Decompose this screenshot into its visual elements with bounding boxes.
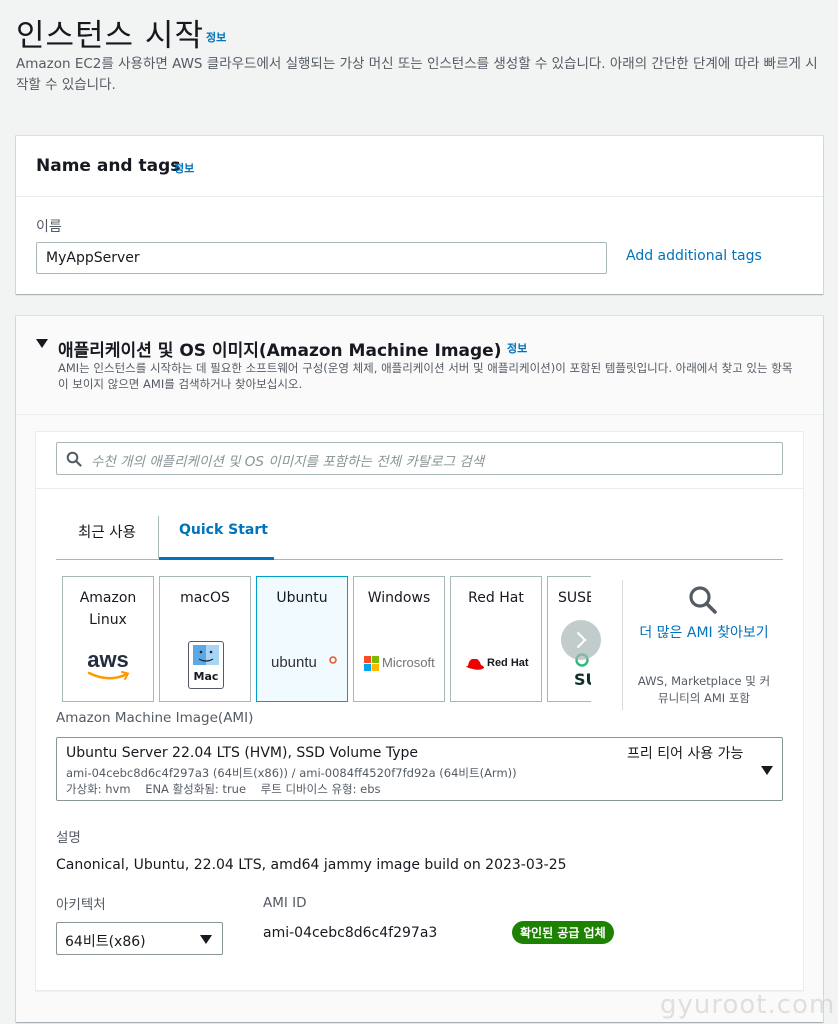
panel-heading: Name and tags [36,156,181,176]
tile-label: Ubuntu [276,590,328,606]
tile-label: SUSE [558,590,591,606]
name-tags-panel: Name and tags 정보 이름 MyAppServer Add addi… [16,136,823,294]
page-title: 인스턴스 시작 [16,18,204,54]
dropdown-caret-icon [200,935,212,944]
ubuntu-logo: ubuntu [271,654,317,671]
ami-tile-windows[interactable]: Windows Microsoft [353,576,445,702]
collapse-caret-icon[interactable] [36,339,48,348]
browse-more-subtitle: AWS, Marketplace 및 커뮤니티의 AMI 포함 [637,674,771,705]
name-label: 이름 [36,219,62,235]
finder-icon [193,645,219,665]
ami-select-ids: ami-04cebc8d6c4f297a3 (64비트(x86)) / ami-… [66,766,517,780]
ami-id-label: AMI ID [263,895,307,911]
ami-id-value: ami-04cebc8d6c4f297a3 [263,925,438,941]
search-icon [66,451,82,467]
ami-tile-amazon-linux[interactable]: Amazon Linux aws [62,576,154,702]
panel-header: Name and tags 정보 [16,136,823,197]
chevron-right-icon [577,632,587,648]
add-tags-link[interactable]: Add additional tags [626,248,762,264]
ami-tile-ubuntu[interactable]: Ubuntu ubuntu [256,576,348,702]
page-description: Amazon EC2를 사용하면 AWS 클라우드에서 실행되는 가상 머신 또… [16,56,818,93]
tile-label: Windows [367,590,431,606]
name-input-value: MyAppServer [46,250,140,266]
divider [622,580,623,710]
mac-logo-text: Mac [193,670,219,683]
architecture-select[interactable]: 64비트(x86) [56,922,223,955]
ami-description: AMI는 인스턴스를 시작하는 데 필요한 소프트웨어 구성(운영 체제, 애플… [58,361,793,391]
ami-select-label: Amazon Machine Image(AMI) [56,710,254,726]
tab-recent[interactable]: 최근 사용 [78,521,136,542]
browse-more-ami-link[interactable]: 더 많은 AMI 찾아보기 [636,622,772,644]
panel-heading: 애플리케이션 및 OS 이미지(Amazon Machine Image) [58,341,502,361]
description-value: Canonical, Ubuntu, 22.04 LTS, amd64 jamm… [56,857,567,873]
dropdown-caret-icon [761,766,773,775]
description-label: 설명 [56,830,81,846]
tile-label: Red Hat [468,590,524,606]
info-link[interactable]: 정보 [174,160,194,176]
windows-icon [364,656,379,671]
ami-search-input[interactable]: 수천 개의 애플리케이션 및 OS 이미지를 포함하는 전체 카탈로그 검색 [56,442,783,475]
info-link[interactable]: 정보 [507,340,527,356]
ami-tile-macos[interactable]: macOS Mac [159,576,251,702]
name-input[interactable]: MyAppServer [36,242,607,274]
ami-tile-redhat[interactable]: Red Hat Red Hat [450,576,542,702]
ami-select[interactable]: Ubuntu Server 22.04 LTS (HVM), SSD Volum… [56,737,783,801]
tile-label: Amazon Linux [79,590,137,628]
aws-logo: aws [87,647,129,672]
suse-logo: SU [574,670,591,689]
tab-quick-start[interactable]: Quick Start [179,522,268,538]
redhat-logo: Red Hat [487,657,529,669]
mac-logo: Mac [188,641,224,689]
ami-select-meta: 가상화: hvm ENA 활성화됨: true 루트 디바이스 유형: ebs [66,782,381,796]
search-placeholder: 수천 개의 애플리케이션 및 OS 이미지를 포함하는 전체 카탈로그 검색 [91,454,485,470]
search-icon[interactable] [687,584,719,616]
ubuntu-circle-icon [329,656,337,664]
active-tab-indicator [159,557,274,560]
redhat-hat-icon [466,659,484,670]
architecture-label: 아키텍처 [56,897,106,913]
aws-smile-icon [87,671,130,680]
ami-select-name: Ubuntu Server 22.04 LTS (HVM), SSD Volum… [66,745,419,761]
tile-label: macOS [180,590,230,606]
watermark: gyuroot.com [660,990,836,1020]
verified-provider-badge: 확인된 공급 업체 [512,921,614,944]
divider [36,488,803,489]
info-link[interactable]: 정보 [206,29,226,45]
free-tier-label: 프리 티어 사용 가능 [627,746,744,762]
carousel-next-button[interactable] [561,620,601,660]
architecture-value: 64비트(x86) [65,934,146,950]
microsoft-logo: Microsoft [382,655,435,670]
tab-divider [158,516,159,558]
